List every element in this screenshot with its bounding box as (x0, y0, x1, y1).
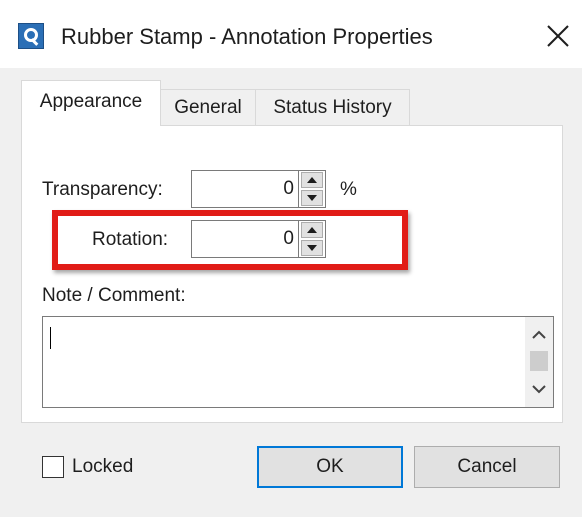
cancel-button[interactable]: Cancel (414, 446, 560, 488)
scrollbar[interactable] (525, 317, 553, 407)
title-bar: Rubber Stamp - Annotation Properties (0, 0, 582, 68)
app-icon (18, 23, 44, 49)
spin-up-arrow-icon[interactable] (301, 222, 323, 238)
tab-status-history[interactable]: Status History (255, 89, 410, 125)
text-caret (50, 327, 51, 349)
tab-appearance[interactable]: Appearance (21, 80, 161, 126)
rotation-label: Rotation: (92, 229, 169, 250)
transparency-label: Transparency: (42, 179, 163, 200)
transparency-unit: % (340, 179, 357, 200)
spin-up-arrow-icon[interactable] (301, 172, 323, 188)
rotation-input[interactable]: 0 (191, 220, 299, 258)
ok-button[interactable]: OK (257, 446, 403, 488)
window-title: Rubber Stamp - Annotation Properties (61, 24, 433, 49)
note-textarea[interactable] (42, 316, 554, 408)
dialog-window: Rubber Stamp - Annotation Properties App… (0, 0, 582, 517)
close-icon (547, 25, 569, 47)
scroll-thumb[interactable] (530, 351, 548, 371)
transparency-input[interactable]: 0 (191, 170, 299, 208)
spin-down-arrow-icon[interactable] (301, 240, 323, 256)
scroll-down-arrow-icon[interactable] (531, 381, 547, 397)
rotation-stepper (298, 220, 326, 258)
scroll-up-arrow-icon[interactable] (531, 327, 547, 343)
locked-checkbox[interactable] (42, 456, 64, 478)
close-button[interactable] (536, 14, 580, 58)
tab-general[interactable]: General (160, 89, 256, 125)
spin-down-arrow-icon[interactable] (301, 190, 323, 206)
note-label: Note / Comment: (42, 285, 186, 306)
transparency-stepper (298, 170, 326, 208)
locked-label: Locked (72, 456, 134, 477)
